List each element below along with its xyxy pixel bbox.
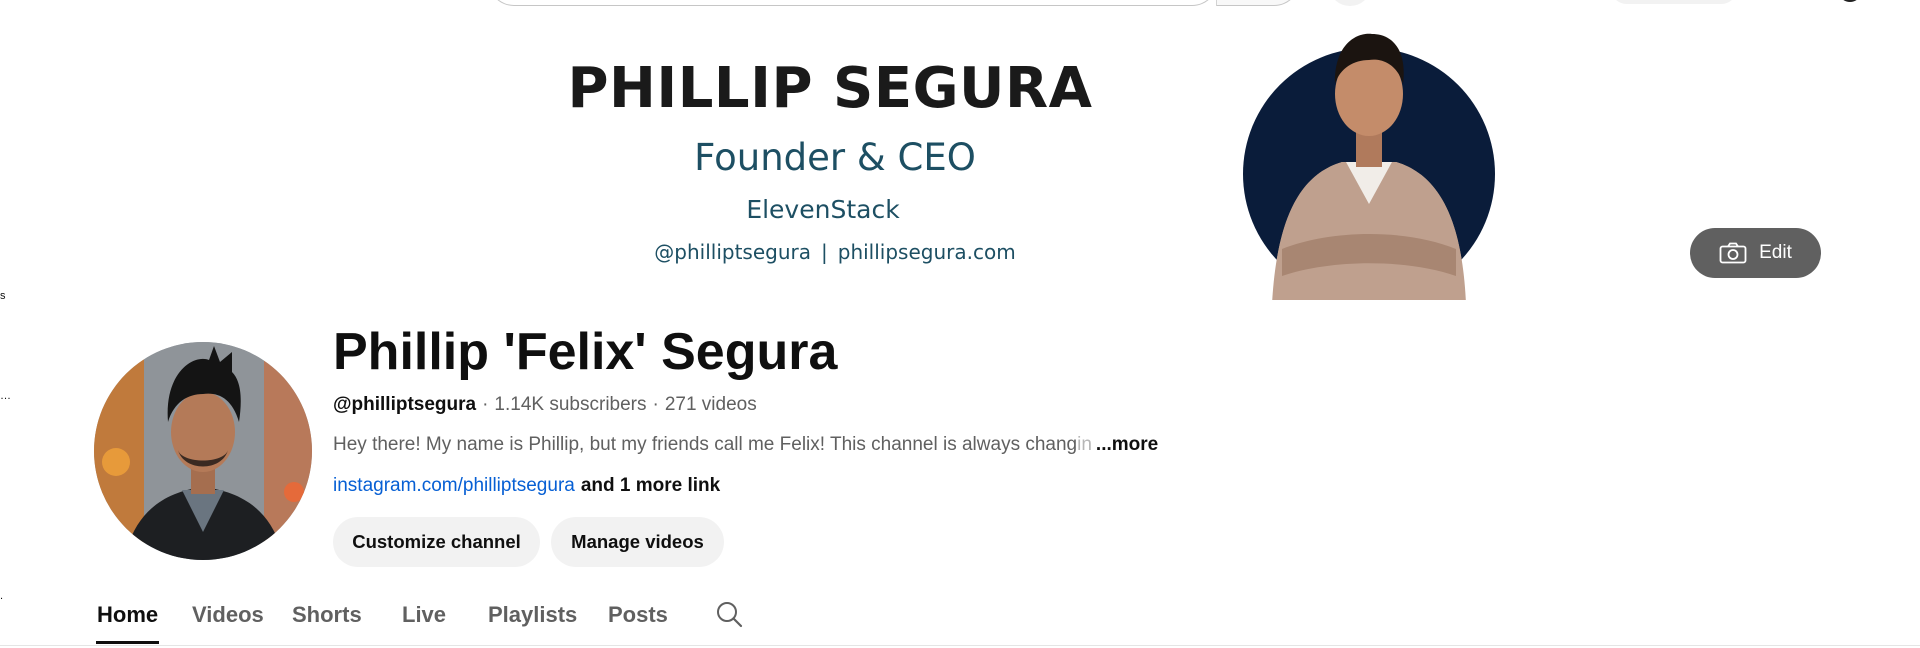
avatar[interactable]	[94, 342, 312, 560]
banner-role: Founder & CEO	[694, 136, 976, 179]
instagram-link[interactable]: instagram.com/philliptsegura	[333, 475, 575, 496]
banner-name: PHILLIP SEGURA	[567, 56, 1093, 121]
tabs-divider	[0, 645, 1920, 646]
tab-shorts[interactable]: Shorts	[292, 602, 362, 628]
tab-posts[interactable]: Posts	[608, 602, 668, 628]
video-count: 271 videos	[664, 394, 757, 415]
customize-channel-button[interactable]: Customize channel	[333, 517, 540, 567]
description-fade: in	[1077, 434, 1092, 455]
channel-title: Phillip 'Felix' Segura	[333, 323, 838, 381]
description-text: Hey there! My name is Phillip, but my fr…	[333, 434, 1078, 455]
banner-handle: @philliptsegura	[654, 240, 811, 264]
tab-home[interactable]: Home	[97, 602, 158, 628]
sidebar-fragment[interactable]: s	[0, 290, 6, 302]
sidebar-fragment[interactable]: .	[0, 590, 3, 602]
search-input[interactable]	[488, 0, 1218, 6]
voice-search-button[interactable]	[1330, 0, 1370, 6]
edit-label: Edit	[1759, 242, 1792, 263]
sidebar-fragment[interactable]: …	[0, 390, 11, 402]
meta-dot: ·	[482, 394, 489, 415]
camera-icon	[1719, 242, 1747, 264]
tab-live[interactable]: Live	[402, 602, 446, 628]
search-icon[interactable]	[715, 600, 743, 628]
banner-links: @philliptsegura | phillipsegura.com	[520, 240, 1150, 264]
edit-banner-button[interactable]: Edit	[1690, 228, 1821, 278]
create-button[interactable]	[1610, 0, 1738, 4]
channel-handle: @philliptsegura	[333, 394, 477, 415]
channel-meta: @philliptsegura · 1.14K subscribers · 271 vi…	[333, 394, 757, 416]
banner-website: phillipsegura.com	[837, 240, 1016, 264]
banner-portrait	[1243, 33, 1495, 300]
manage-videos-button[interactable]: Manage videos	[551, 517, 724, 567]
more-button[interactable]: ...more	[1096, 434, 1158, 455]
tab-videos[interactable]: Videos	[192, 602, 264, 628]
channel-links: instagram.com/philliptsegura and 1 more l…	[333, 475, 720, 497]
channel-description[interactable]: Hey there! My name is Phillip, but my fr…	[333, 434, 1158, 456]
banner-company: ElevenStack	[746, 195, 900, 224]
subscriber-count: 1.14K subscribers	[494, 394, 647, 415]
banner-separator: |	[821, 240, 828, 264]
search-button[interactable]	[1216, 0, 1300, 6]
more-links-button[interactable]: and 1 more link	[581, 475, 720, 496]
account-avatar[interactable]	[1840, 0, 1860, 2]
active-tab-indicator	[96, 641, 159, 644]
tab-playlists[interactable]: Playlists	[488, 602, 577, 628]
meta-dot: ·	[652, 394, 659, 415]
